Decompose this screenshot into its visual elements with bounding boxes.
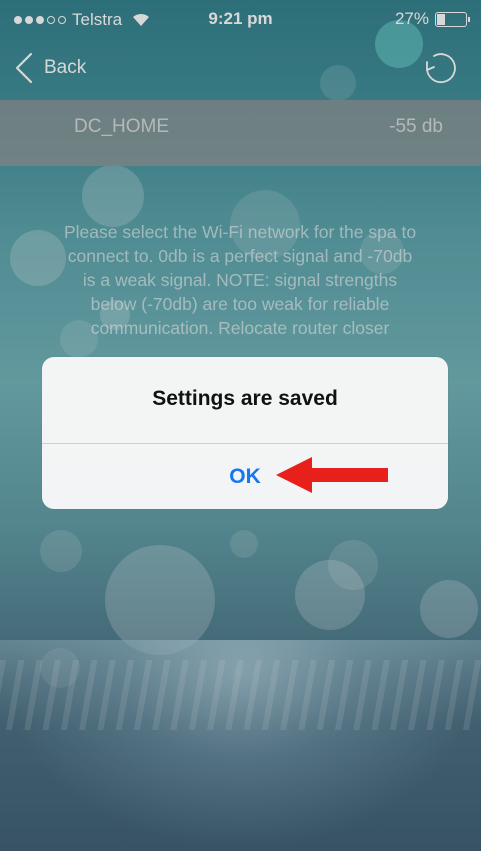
annotation-arrow-icon (276, 457, 388, 493)
alert-title: Settings are saved (152, 387, 338, 410)
app-screen: Telstra 9:21 pm 27% Back DC_HOME -55 db … (0, 0, 481, 851)
